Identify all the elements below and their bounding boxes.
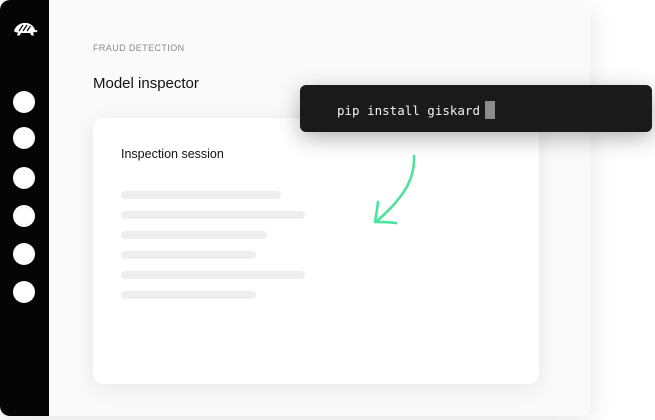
terminal-command[interactable]: pip install giskard bbox=[337, 101, 495, 119]
sidebar-nav-item-2[interactable] bbox=[13, 127, 35, 149]
skeleton-line bbox=[121, 291, 256, 299]
main-content: FRAUD DETECTION Model inspector Inspecti… bbox=[49, 0, 590, 416]
skeleton-line bbox=[121, 231, 267, 239]
sidebar-nav-item-4[interactable] bbox=[13, 205, 35, 227]
turtle-logo-icon[interactable] bbox=[11, 20, 39, 38]
text-cursor-icon bbox=[485, 101, 495, 119]
breadcrumb[interactable]: FRAUD DETECTION bbox=[93, 43, 185, 53]
page-title: Model inspector bbox=[93, 75, 199, 92]
sidebar-nav-item-1[interactable] bbox=[13, 91, 35, 113]
sidebar-nav-item-5[interactable] bbox=[13, 243, 35, 265]
app-window: FRAUD DETECTION Model inspector Inspecti… bbox=[0, 0, 590, 416]
terminal-command-text: pip install giskard bbox=[337, 103, 480, 118]
skeleton-line bbox=[121, 211, 305, 219]
terminal-snippet[interactable]: pip install giskard bbox=[300, 85, 652, 132]
skeleton-line bbox=[121, 251, 256, 259]
inspection-session-card[interactable]: Inspection session bbox=[93, 118, 539, 384]
skeleton-line bbox=[121, 271, 305, 279]
sidebar-nav-item-3[interactable] bbox=[13, 167, 35, 189]
card-title: Inspection session bbox=[121, 147, 224, 161]
skeleton-line bbox=[121, 191, 281, 199]
sidebar bbox=[0, 0, 49, 416]
sidebar-nav-item-6[interactable] bbox=[13, 281, 35, 303]
hand-drawn-arrow-icon bbox=[373, 154, 416, 225]
